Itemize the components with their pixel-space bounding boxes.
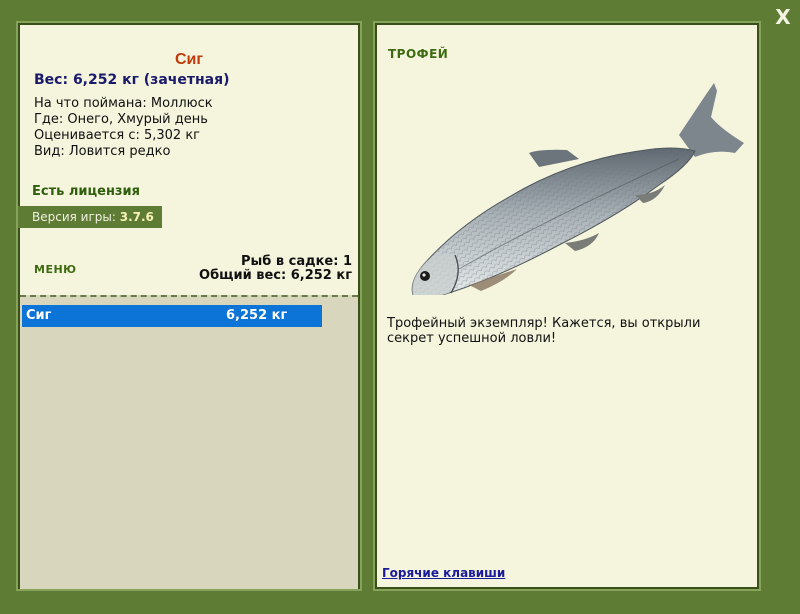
trophy-message: Трофейный экземпляр! Кажется, вы открыли… xyxy=(387,316,701,346)
fish-info-panel: Сиг Вес: 6,252 кг (зачетная) На что пойм… xyxy=(18,23,360,589)
cage-list: Сиг 6,252 кг xyxy=(20,295,358,589)
location-text: Где: Онего, Хмурый день xyxy=(34,112,208,127)
menu-button[interactable]: МЕНЮ xyxy=(34,263,77,276)
cage-item-weight: 6,252 кг xyxy=(226,308,288,323)
valued-from-text: Оценивается с: 5,302 кг xyxy=(34,128,201,143)
hotkeys-link[interactable]: Горячие клавиши xyxy=(382,566,505,580)
whitefish-image xyxy=(411,83,744,295)
cage-total-weight: Общий вес: 6,252 кг xyxy=(199,268,352,283)
game-version: Версия игры: 3.7.6 xyxy=(18,206,162,228)
version-value: 3.7.6 xyxy=(119,210,154,224)
cage-list-item[interactable]: Сиг 6,252 кг xyxy=(22,305,322,327)
version-label: Версия игры: xyxy=(32,210,116,224)
license-status: Есть лицензия xyxy=(32,184,140,199)
kind-text: Вид: Ловится редко xyxy=(34,144,171,159)
cage-item-name: Сиг xyxy=(26,308,52,323)
caught-on-text: На что поймана: Моллюск xyxy=(34,96,213,111)
cage-count: Рыб в садке: 1 xyxy=(240,254,352,269)
trophy-panel: ТРОФЕЙ Трофейный экземпляр! Кажется, вы … xyxy=(375,23,759,589)
fish-name: Сиг xyxy=(174,51,204,68)
close-button[interactable]: X xyxy=(772,6,794,28)
fish-weight: Вес: 6,252 кг (зачетная) xyxy=(34,72,230,88)
